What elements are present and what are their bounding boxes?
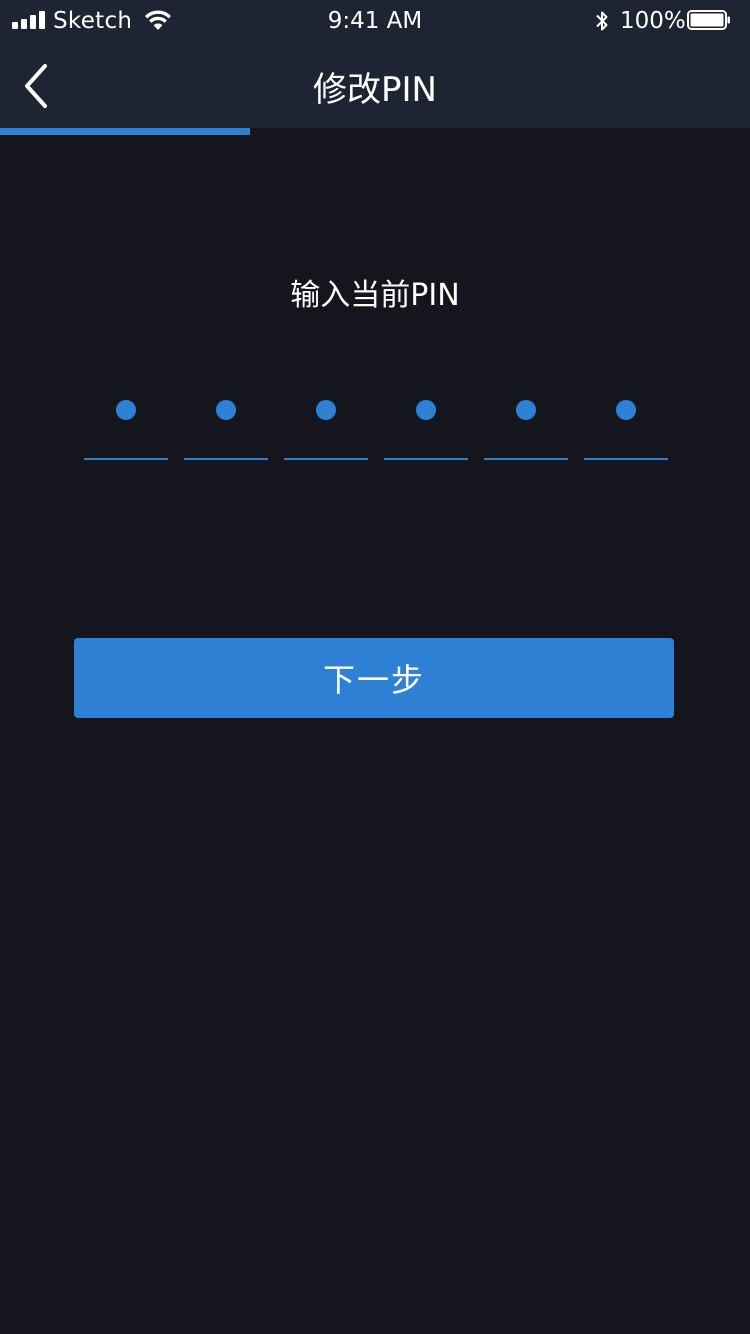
pin-digit-cell[interactable] bbox=[184, 384, 268, 460]
pin-digit-cell[interactable] bbox=[284, 384, 368, 460]
pin-input[interactable] bbox=[84, 384, 668, 460]
pin-dot-icon bbox=[216, 400, 236, 420]
pin-dot-icon bbox=[116, 400, 136, 420]
next-step-button[interactable]: 下一步 bbox=[74, 638, 674, 718]
pin-dot-icon bbox=[516, 400, 536, 420]
battery-icon bbox=[687, 10, 730, 30]
header: Sketch 9:41 AM 100% 修改PIN bbox=[0, 0, 750, 128]
pin-dot-icon bbox=[416, 400, 436, 420]
pin-digit-cell[interactable] bbox=[584, 384, 668, 460]
pin-dot-icon bbox=[316, 400, 336, 420]
pin-change-screen: Sketch 9:41 AM 100% 修改PIN 输入当前PIN 下一步 bbox=[0, 0, 750, 1334]
pin-digit-cell[interactable] bbox=[384, 384, 468, 460]
back-button[interactable] bbox=[14, 60, 62, 112]
step-progress-fill bbox=[0, 128, 250, 135]
page-title: 修改PIN bbox=[313, 70, 437, 110]
pin-dot-icon bbox=[616, 400, 636, 420]
bluetooth-icon bbox=[596, 11, 608, 31]
pin-digit-cell[interactable] bbox=[84, 384, 168, 460]
chevron-left-icon bbox=[25, 64, 47, 108]
battery-percentage: 100% bbox=[620, 8, 686, 34]
pin-digit-cell[interactable] bbox=[484, 384, 568, 460]
status-bar: Sketch 9:41 AM 100% bbox=[0, 0, 750, 44]
pin-prompt: 输入当前PIN bbox=[290, 278, 460, 313]
navigation-bar: 修改PIN bbox=[0, 44, 750, 128]
step-progress-bar bbox=[0, 128, 750, 135]
